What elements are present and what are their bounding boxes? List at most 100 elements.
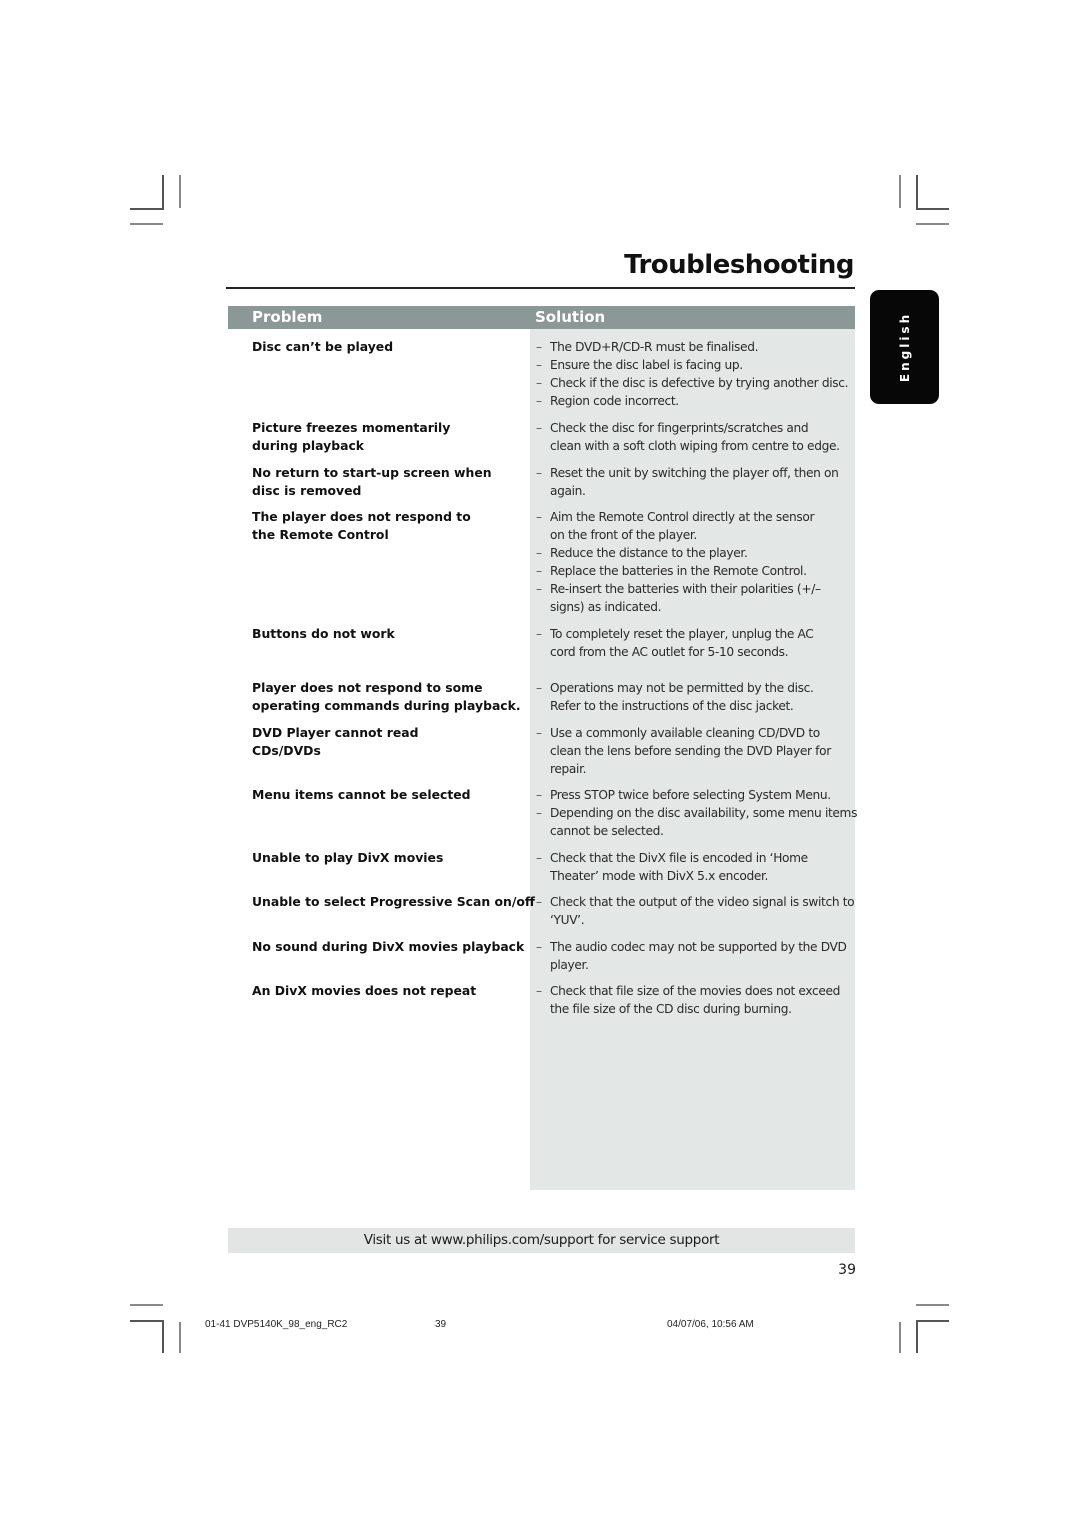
solution-line: signs) as indicated. [550, 600, 662, 614]
crop-mark [162, 1320, 164, 1353]
problem-line: Buttons do not work [252, 626, 395, 641]
solution-list: – Check that file size of the movies does… [536, 982, 856, 1018]
solution-line: Check that the DivX file is encoded in ‘… [550, 851, 808, 865]
dash-bullet-icon: – [536, 726, 542, 740]
table-header: Problem Solution [228, 306, 855, 329]
dash-bullet-icon: – [536, 340, 542, 354]
solution-item: – Region code incorrect. [536, 392, 856, 410]
dash-bullet-icon: – [536, 681, 542, 695]
solution-item: – The DVD+R/CD-R must be finalised. [536, 338, 856, 356]
solution-item: – Reset the unit by switching the player … [536, 464, 856, 500]
solution-line: cannot be selected. [550, 824, 664, 838]
dash-bullet-icon: – [536, 546, 542, 560]
footer-file-name: 01-41 DVP5140K_98_eng_RC2 [205, 1319, 348, 1330]
problem-text: No return to start-up screen when disc is… [252, 464, 527, 500]
crop-mark [916, 223, 949, 225]
crop-mark [899, 1322, 901, 1353]
solution-line: Replace the batteries in the Remote Cont… [550, 564, 807, 578]
problem-line: Unable to select Progressive Scan on/off [252, 894, 535, 909]
support-banner: Visit us at www.philips.com/support for … [228, 1228, 855, 1253]
dash-bullet-icon: – [536, 358, 542, 372]
solution-line: To completely reset the player, unplug t… [550, 627, 814, 641]
solution-item: – Aim the Remote Control directly at the … [536, 508, 856, 544]
solution-line: The DVD+R/CD-R must be finalised. [550, 340, 759, 354]
solution-list: – To completely reset the player, unplug … [536, 625, 856, 661]
solution-item: – Check that the output of the video sign… [536, 893, 856, 929]
dash-bullet-icon: – [536, 627, 542, 641]
problem-line: The player does not respond to [252, 509, 471, 524]
problem-text: Buttons do not work [252, 625, 527, 643]
crop-mark [916, 208, 949, 210]
solution-item: – Check the disc for fingerprints/scratch… [536, 419, 856, 455]
solution-item: – To completely reset the player, unplug … [536, 625, 856, 661]
crop-mark [916, 1304, 949, 1306]
solution-item: – Press STOP twice before selecting Syste… [536, 786, 856, 804]
solution-item: – Depending on the disc availability, som… [536, 804, 858, 840]
problem-text: An DivX movies does not repeat [252, 982, 527, 1000]
problem-column-header: Problem [252, 308, 323, 326]
dash-bullet-icon: – [536, 564, 542, 578]
solution-item: – Reduce the distance to the player. [536, 544, 856, 562]
dash-bullet-icon: – [536, 376, 542, 390]
solution-line: Check the disc for fingerprints/scratche… [550, 421, 809, 435]
dash-bullet-icon: – [536, 421, 542, 435]
solution-list: – Use a commonly available cleaning CD/DV… [536, 724, 856, 778]
dash-bullet-icon: – [536, 582, 542, 596]
solution-line: Reset the unit by switching the player o… [550, 466, 839, 480]
problem-text: Menu items cannot be selected [252, 786, 527, 804]
solution-line: Aim the Remote Control directly at the s… [550, 510, 815, 524]
solution-list: – Check that the output of the video sign… [536, 893, 856, 929]
solution-line: ‘YUV’. [550, 913, 585, 927]
dash-bullet-icon: – [536, 940, 542, 954]
solution-line: Check if the disc is defective by trying… [550, 376, 849, 390]
crop-mark [130, 1320, 163, 1322]
solution-list: – Check that the DivX file is encoded in … [536, 849, 856, 885]
crop-mark [179, 1322, 181, 1353]
crop-mark [916, 1320, 949, 1322]
problem-text: Player does not respond to some operating… [252, 679, 527, 715]
solution-line: Use a commonly available cleaning CD/DVD… [550, 726, 820, 740]
footer-timestamp: 04/07/06, 10:56 AM [667, 1319, 754, 1330]
solution-line: Refer to the instructions of the disc ja… [550, 699, 794, 713]
crop-mark [179, 175, 181, 208]
solution-item: – The audio codec may not be supported by… [536, 938, 856, 974]
language-tab-label: English [897, 311, 912, 383]
problem-text: No sound during DivX movies playback [252, 938, 527, 956]
problem-text: DVD Player cannot read CDs/DVDs [252, 724, 527, 760]
solution-item: – Use a commonly available cleaning CD/DV… [536, 724, 856, 778]
problem-line: Picture freezes momentarily [252, 420, 451, 435]
solution-line: Check that file size of the movies does … [550, 984, 841, 998]
problem-line: during playback [252, 438, 365, 453]
solution-line: clean with a soft cloth wiping from cent… [550, 439, 840, 453]
solution-line: on the front of the player. [550, 528, 697, 542]
solution-list: – Press STOP twice before selecting Syste… [536, 786, 858, 840]
solution-line: Theater’ mode with DivX 5.x encoder. [550, 869, 769, 883]
problem-text: Picture freezes momentarily during playba… [252, 419, 527, 455]
crop-mark [130, 1304, 163, 1306]
problem-text: Disc can’t be played [252, 338, 527, 356]
dash-bullet-icon: – [536, 851, 542, 865]
problem-line: Disc can’t be played [252, 339, 394, 354]
problem-text: Unable to select Progressive Scan on/off [252, 893, 535, 911]
solution-line: Depending on the disc availability, some… [550, 806, 858, 820]
problem-line: the Remote Control [252, 527, 389, 542]
language-tab: English [870, 290, 939, 404]
solution-item: – Ensure the disc label is facing up. [536, 356, 856, 374]
problem-line: DVD Player cannot read [252, 725, 419, 740]
solution-line: Region code incorrect. [550, 394, 679, 408]
solution-line: clean the lens before sending the DVD Pl… [550, 744, 831, 758]
solution-list: – Operations may not be permitted by the … [536, 679, 856, 715]
problem-line: CDs/DVDs [252, 743, 321, 758]
solution-column-header: Solution [535, 308, 606, 326]
solution-item: – Operations may not be permitted by the … [536, 679, 856, 715]
crop-mark [130, 208, 163, 210]
footer-page: 39 [435, 1319, 447, 1330]
solution-line: player. [550, 958, 589, 972]
problem-text: The player does not respond to the Remote… [252, 508, 527, 544]
crop-mark [916, 1320, 918, 1353]
solution-list: – Reset the unit by switching the player … [536, 464, 856, 500]
solution-item: – Check if the disc is defective by tryin… [536, 374, 856, 392]
dash-bullet-icon: – [536, 984, 542, 998]
solution-item: – Check that file size of the movies does… [536, 982, 856, 1018]
problem-line: operating commands during playback. [252, 698, 521, 713]
